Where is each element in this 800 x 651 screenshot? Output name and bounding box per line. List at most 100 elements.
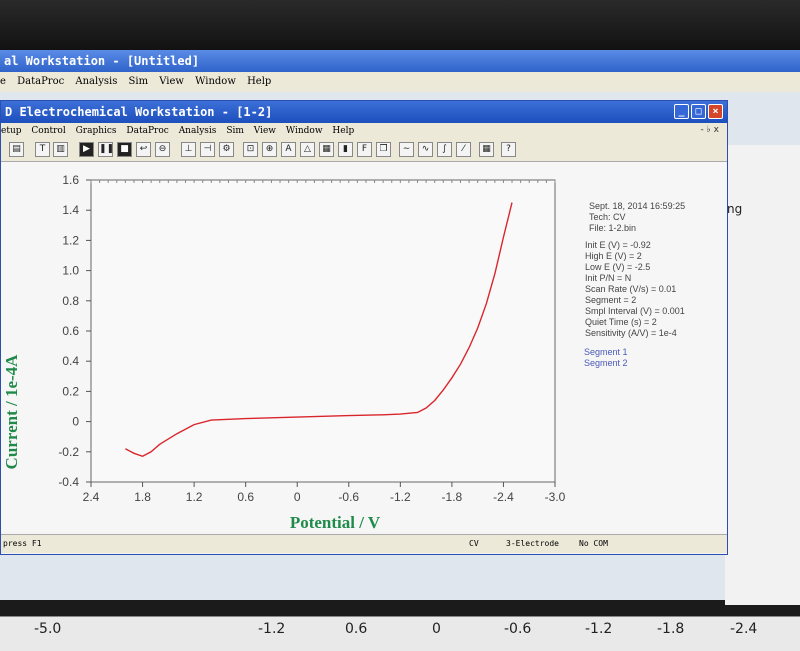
table-icon[interactable]: ▦ xyxy=(479,142,494,157)
copy-icon[interactable]: ❐ xyxy=(376,142,391,157)
y-tick-label: 0 xyxy=(72,415,79,429)
outer-axis-tick: 0.6 xyxy=(345,621,368,637)
y-tick-label: 1.4 xyxy=(62,203,79,217)
outer-axis-tick: -5.0 xyxy=(34,621,62,637)
status-help-hint: press F1 xyxy=(3,539,42,548)
run-icon[interactable]: ▶ xyxy=(79,142,94,157)
y-tick-label: -0.4 xyxy=(58,475,79,489)
param-line: Init E (V) = -0.92 xyxy=(585,240,651,250)
y-tick-label: 1.0 xyxy=(62,264,79,278)
outer-plot-axis: -5.0 -1.2 0.6 0 -0.6 -1.2 -1.8 -2.4 xyxy=(0,616,800,651)
param-line: Smpl Interval (V) = 0.001 xyxy=(585,306,685,316)
x-tick-label: -3.0 xyxy=(545,490,566,504)
status-com-port: No COM xyxy=(579,539,608,548)
x-tick-label: -1.8 xyxy=(442,490,463,504)
overlay-icon[interactable]: △ xyxy=(300,142,315,157)
outer-menu-bar: e DataProc Analysis Sim View Window Help xyxy=(0,72,800,92)
technique-icon[interactable]: ▥ xyxy=(53,142,68,157)
menu-graphics[interactable]: Graphics xyxy=(76,126,117,136)
x-tick-label: -1.2 xyxy=(390,490,411,504)
menu-help[interactable]: Help xyxy=(332,126,354,136)
param-line: High E (V) = 2 xyxy=(585,251,642,261)
stop-icon[interactable]: ■ xyxy=(117,142,132,157)
y-axis-title: Current / 1e-4A xyxy=(2,354,21,470)
y-tick-label: -0.2 xyxy=(58,445,79,459)
monitor-bezel xyxy=(0,0,800,52)
x-tick-label: 1.2 xyxy=(186,490,203,504)
menu-dataproc[interactable]: DataProc xyxy=(126,126,168,136)
outer-title-bar: al Workstation - [Untitled] xyxy=(0,50,800,72)
outer-axis-tick: -1.2 xyxy=(258,621,286,637)
document-window: D Electrochemical Workstation - [1-2] _ … xyxy=(0,100,728,555)
add-graph-icon[interactable]: ▦ xyxy=(319,142,334,157)
minimize-button[interactable]: _ xyxy=(674,104,689,119)
cv-chart: 2.4 1.8 1.2 0.6 0 -0.6 -1.2 -1.8 -2.4 -3.0 1.6 1.4 1… xyxy=(2,173,685,532)
param-line: Quiet Time (s) = 2 xyxy=(585,317,657,327)
y-tick-label: 1.6 xyxy=(62,173,79,187)
x-tick-label: -2.4 xyxy=(493,490,514,504)
param-tech: Tech: CV xyxy=(589,212,626,222)
reverse-icon[interactable]: ↩ xyxy=(136,142,151,157)
outer-menu-analysis[interactable]: Analysis xyxy=(75,76,117,87)
settings-icon[interactable]: ⚙ xyxy=(219,142,234,157)
outer-axis-tick: -1.8 xyxy=(657,621,685,637)
outer-axis-tick: 0 xyxy=(432,621,441,637)
status-bar: press F1 CV 3-Electrode No COM xyxy=(1,534,727,553)
param-line: Sensitivity (A/V) = 1e-4 xyxy=(585,328,677,338)
menu-sim[interactable]: Sim xyxy=(226,126,244,136)
x-tick-label: -0.6 xyxy=(338,490,359,504)
outer-axis-tick: -2.4 xyxy=(730,621,758,637)
zoom-icon[interactable]: ⊕ xyxy=(262,142,277,157)
graph-icon[interactable]: ⊡ xyxy=(243,142,258,157)
parameters-icon[interactable]: T xyxy=(35,142,50,157)
menu-setup[interactable]: etup xyxy=(1,126,22,136)
integrate-icon[interactable]: ∫ xyxy=(437,142,452,157)
menu-bar: etup Control Graphics DataProc Analysis … xyxy=(1,123,727,139)
param-line: Segment = 2 xyxy=(585,295,636,305)
outer-menu-view[interactable]: View xyxy=(159,76,184,87)
maximize-button[interactable]: □ xyxy=(691,104,706,119)
plot-frame xyxy=(90,179,556,483)
rotate-icon[interactable]: ⊣ xyxy=(200,142,215,157)
font-icon[interactable]: F xyxy=(357,142,372,157)
param-line: Low E (V) = -2.5 xyxy=(585,262,650,272)
y-tick-label: 1.2 xyxy=(62,233,79,247)
x-tick-label: 1.8 xyxy=(134,490,151,504)
param-line: Scan Rate (V/s) = 0.01 xyxy=(585,284,676,294)
menu-analysis[interactable]: Analysis xyxy=(179,126,217,136)
mdi-controls[interactable]: - ♭ x xyxy=(700,125,719,135)
print-icon[interactable]: ▤ xyxy=(9,142,24,157)
status-electrode: 3-Electrode xyxy=(506,539,559,548)
outer-menu-dataproc[interactable]: DataProc xyxy=(17,76,64,87)
x-tick-label: 2.4 xyxy=(83,490,100,504)
outer-menu-window[interactable]: Window xyxy=(195,76,236,87)
outer-menu-help[interactable]: Help xyxy=(247,76,271,87)
y-tick-label: 0.4 xyxy=(62,354,79,368)
y-tick-label: 0.8 xyxy=(62,294,79,308)
ir-comp-icon[interactable]: ⊖ xyxy=(155,142,170,157)
outer-menu-sim[interactable]: Sim xyxy=(129,76,149,87)
document-title: D Electrochemical Workstation - [1-2] xyxy=(5,105,273,119)
param-file: File: 1-2.bin xyxy=(589,223,636,233)
outer-panel-text: ng xyxy=(727,202,743,216)
color-icon[interactable]: ▮ xyxy=(338,142,353,157)
status-technique: CV xyxy=(469,539,479,548)
close-button[interactable]: × xyxy=(708,104,723,119)
cell-icon[interactable]: ⊥ xyxy=(181,142,196,157)
toolbar: ▤ T ▥ ▶ ❚❚ ■ ↩ ⊖ ⊥ ⊣ ⚙ ⊡ ⊕ A △ ▦ ▮ F ❐ ∼… xyxy=(1,139,727,162)
peak-icon[interactable]: A xyxy=(281,142,296,157)
smooth-icon[interactable]: ∼ xyxy=(399,142,414,157)
menu-control[interactable]: Control xyxy=(31,126,65,136)
outer-menu-file[interactable]: e xyxy=(0,76,6,87)
pause-icon[interactable]: ❚❚ xyxy=(98,142,114,157)
menu-window[interactable]: Window xyxy=(286,126,323,136)
document-title-bar: D Electrochemical Workstation - [1-2] _ … xyxy=(1,101,727,123)
derivative-icon[interactable]: ∿ xyxy=(418,142,433,157)
outer-axis-tick: -0.6 xyxy=(504,621,532,637)
help-icon[interactable]: ? xyxy=(501,142,516,157)
legend-segment-2: Segment 2 xyxy=(584,358,628,368)
baseline-icon[interactable]: ⁄ xyxy=(456,142,471,157)
window-controls: _ □ × xyxy=(674,104,723,119)
menu-view[interactable]: View xyxy=(254,126,276,136)
param-line: Init P/N = N xyxy=(585,273,631,283)
